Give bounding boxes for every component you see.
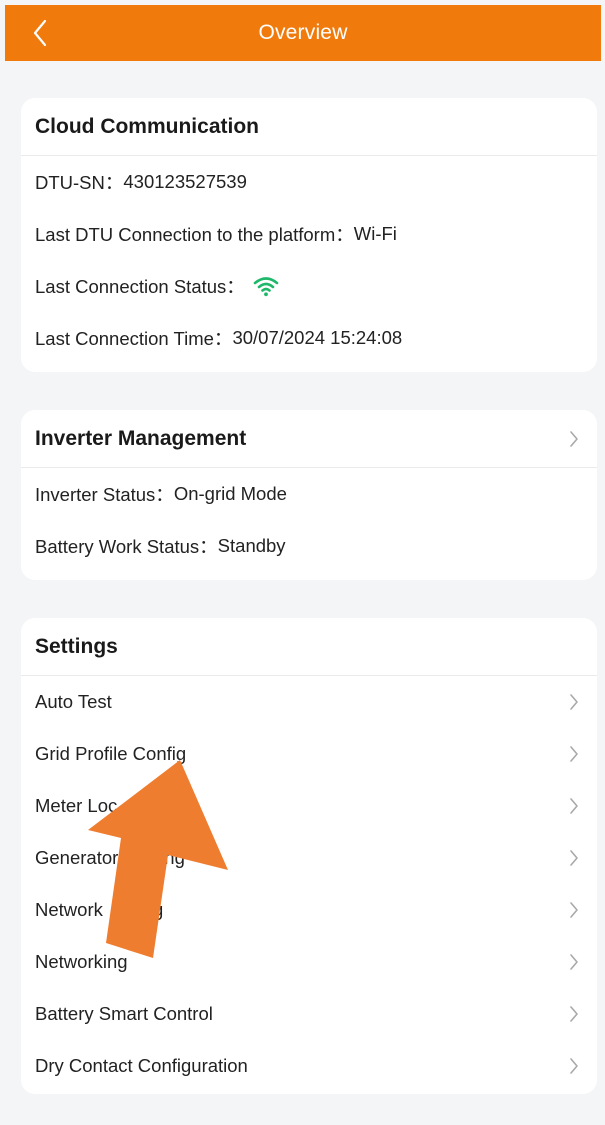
settings-item[interactable]: Battery Smart Control (21, 988, 597, 1040)
settings-item-text-tail: ng (164, 847, 185, 868)
row-label: Last DTU Connection to the platform： (35, 224, 354, 245)
row-label: Last Connection Status： (35, 276, 245, 297)
row-value: 430123527539 (123, 171, 247, 192)
page-title: Overview (258, 21, 348, 44)
back-button[interactable] (25, 15, 55, 51)
chevron-right-icon (567, 951, 581, 973)
chevron-left-icon (33, 19, 47, 47)
settings-item-text: Auto Test (35, 691, 112, 712)
info-row-dtu-sn: DTU-SN： 430123527539 (21, 156, 597, 208)
settings-item-text-tail: ig (148, 899, 164, 920)
inverter-management-card: Inverter Management Inverter Status： On-… (21, 410, 597, 580)
settings-item-text: Battery Smart Control (35, 1003, 213, 1024)
row-value: Wi-Fi (353, 223, 397, 244)
chevron-right-icon (567, 743, 581, 765)
info-row-inverter-status: Inverter Status： On-grid Mode (21, 468, 597, 520)
info-row-battery-work-status: Battery Work Status： Standby (21, 520, 597, 572)
chevron-right-icon (567, 899, 581, 921)
chevron-right-icon (567, 428, 581, 450)
row-value: On-grid Mode (173, 483, 287, 504)
card-title: Cloud Communication (35, 114, 259, 138)
settings-list: Auto Test Grid Profile Config Meter Loc Gen… (21, 676, 597, 1092)
cloud-communication-header: Cloud Communication (21, 98, 597, 156)
row-label: Last Connection Time： (35, 328, 233, 349)
info-row-last-connection-time: Last Connection Time： 30/07/2024 15:24:0… (21, 312, 597, 364)
chevron-right-icon (567, 795, 581, 817)
settings-item-label: Network ig (35, 899, 163, 921)
settings-item-text: Networking (35, 951, 128, 972)
settings-item-label: Meter Loc (35, 795, 117, 817)
chevron-right-icon (567, 1003, 581, 1025)
settings-item[interactable]: Dry Contact Configuration (21, 1040, 597, 1092)
chevron-right-icon (567, 847, 581, 869)
top-navigation-bar: Overview (5, 5, 601, 61)
card-title: Settings (35, 634, 118, 658)
settings-item-label: Networking (35, 951, 128, 973)
settings-item[interactable]: Meter Loc (21, 780, 597, 832)
settings-item-label: Auto Test (35, 691, 112, 713)
chevron-right-icon (567, 691, 581, 713)
chevron-right-icon (567, 1055, 581, 1077)
cloud-communication-card: Cloud Communication DTU-SN： 430123527539… (21, 98, 597, 372)
settings-item-label: Grid Profile Config (35, 743, 186, 765)
settings-item[interactable]: Generator ng (21, 832, 597, 884)
settings-item-text: Meter Loc (35, 795, 118, 816)
settings-card: Settings Auto Test Grid Profile Config Met… (21, 618, 597, 1094)
settings-item[interactable]: Grid Profile Config (21, 728, 597, 780)
info-row-last-dtu-connection: Last DTU Connection to the platform： Wi-… (21, 208, 597, 260)
card-title: Inverter Management (35, 426, 247, 450)
row-label: DTU-SN： (35, 172, 124, 193)
info-row-last-connection-status: Last Connection Status： (21, 260, 597, 312)
settings-item-text: Grid Profile Config (35, 743, 187, 764)
settings-item-text: Dry Contact Configuration (35, 1055, 248, 1076)
settings-item[interactable]: Networking (21, 936, 597, 988)
settings-item[interactable]: Network ig (21, 884, 597, 936)
inverter-management-header[interactable]: Inverter Management (21, 410, 597, 468)
settings-item-label: Dry Contact Configuration (35, 1055, 248, 1077)
row-label: Inverter Status： (35, 484, 174, 505)
row-label: Battery Work Status： (35, 536, 218, 557)
row-value: Standby (217, 535, 286, 556)
settings-item-text: Generator (35, 847, 119, 868)
settings-item-label: Battery Smart Control (35, 1003, 213, 1025)
row-value: 30/07/2024 15:24:08 (232, 327, 403, 348)
settings-header: Settings (21, 618, 597, 676)
settings-item-text: Network (35, 899, 103, 920)
settings-item-label: Generator ng (35, 847, 185, 869)
wifi-icon (253, 275, 279, 297)
settings-item[interactable]: Auto Test (21, 676, 597, 728)
